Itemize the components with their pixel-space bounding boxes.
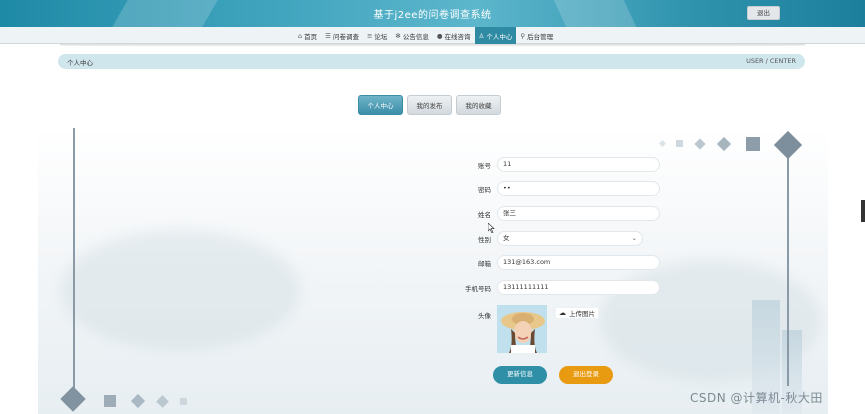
update-info-button[interactable]: 更新信息 — [493, 366, 547, 384]
avatar-portrait — [497, 305, 547, 353]
password-field[interactable]: •• — [497, 181, 660, 196]
gender-value: 女 — [503, 234, 510, 242]
breadcrumb-subtitle: USER / CENTER — [746, 57, 796, 65]
diamond-decor — [180, 398, 187, 405]
diamond-decor — [104, 395, 116, 407]
consult-icon: ● — [436, 31, 443, 40]
tab-my-posts[interactable]: 我的发布 — [407, 95, 452, 115]
nav-item-label: 在线咨询 — [444, 32, 471, 41]
email-field[interactable]: 131@163.com — [497, 255, 660, 270]
avatar-label: 头像 — [478, 312, 491, 320]
admin-icon: ⚲ — [520, 31, 526, 40]
avatar-image — [497, 305, 547, 353]
breadcrumb: 个人中心 USER / CENTER — [58, 54, 805, 69]
nav-item-label: 问卷调查 — [332, 32, 359, 41]
user-icon: ♙ — [478, 31, 485, 40]
upload-label: 上传图片 — [569, 310, 595, 318]
site-title: 基于j2ee的问卷调查系统 — [373, 10, 492, 21]
background-cloud — [60, 230, 300, 350]
nav-item-label: 公告信息 — [402, 32, 429, 41]
nav-item-label: 论坛 — [374, 32, 388, 41]
logout-button[interactable]: 退出 — [747, 6, 780, 20]
nav-item-label: 后台管理 — [527, 32, 554, 41]
main-nav: ⌂ 首页 ☰ 问卷调查 ≡ 论坛 ✻ 公告信息 ● 在线咨询 ♙ 个人中心 ⚲ 后台管理 — [0, 27, 865, 44]
diamond-decor — [676, 140, 683, 147]
password-label: 密码 — [478, 186, 491, 194]
notice-icon: ✻ — [395, 31, 401, 40]
home-icon: ⌂ — [298, 31, 303, 40]
decor-line — [787, 150, 789, 386]
nav-item-home[interactable]: ⌂ 首页 — [294, 27, 321, 44]
name-label: 姓名 — [478, 211, 491, 219]
nav-item-consult[interactable]: ● 在线咨询 — [433, 27, 475, 44]
gender-label: 性别 — [478, 236, 491, 244]
gender-select[interactable]: 女 ⌄ — [497, 231, 643, 246]
nav-item-notice[interactable]: ✻ 公告信息 — [391, 27, 432, 44]
nav-item-label: 首页 — [304, 32, 318, 41]
diamond-decor — [746, 137, 760, 151]
chevron-down-icon: ⌄ — [631, 234, 637, 242]
phone-label: 手机号码 — [465, 285, 491, 293]
mouse-cursor-icon — [488, 223, 495, 233]
nav-item-admin[interactable]: ⚲ 后台管理 — [516, 27, 557, 44]
watermark-text: CSDN @计算机-秋大田 — [690, 391, 823, 405]
phone-field[interactable]: 13111111111 — [497, 280, 660, 295]
breadcrumb-title: 个人中心 — [67, 59, 93, 67]
scrollbar-thumb[interactable] — [861, 200, 865, 222]
nav-item-label: 个人中心 — [486, 32, 513, 41]
nav-shadow — [60, 44, 805, 47]
nav-item-survey[interactable]: ☰ 问卷调查 — [321, 27, 363, 44]
tab-user-center[interactable]: 个人中心 — [358, 95, 403, 115]
email-label: 邮箱 — [478, 260, 491, 268]
decor-line — [73, 128, 75, 390]
forum-icon: ≡ — [366, 31, 373, 40]
account-field[interactable]: 11 — [497, 157, 660, 172]
nav-item-forum[interactable]: ≡ 论坛 — [363, 27, 391, 44]
upload-icon: ☁ — [559, 309, 566, 317]
nav-item-user-center[interactable]: ♙ 个人中心 — [474, 27, 517, 44]
account-label: 账号 — [478, 162, 491, 170]
tab-my-favorites[interactable]: 我的收藏 — [456, 95, 501, 115]
logout-account-button[interactable]: 退出登录 — [559, 366, 613, 384]
survey-icon: ☰ — [325, 31, 331, 40]
name-field[interactable]: 张三 — [497, 206, 660, 221]
site-header: 基于j2ee的问卷调查系统 退出 — [0, 0, 865, 27]
upload-image-button[interactable]: ☁ 上传图片 — [555, 307, 599, 319]
